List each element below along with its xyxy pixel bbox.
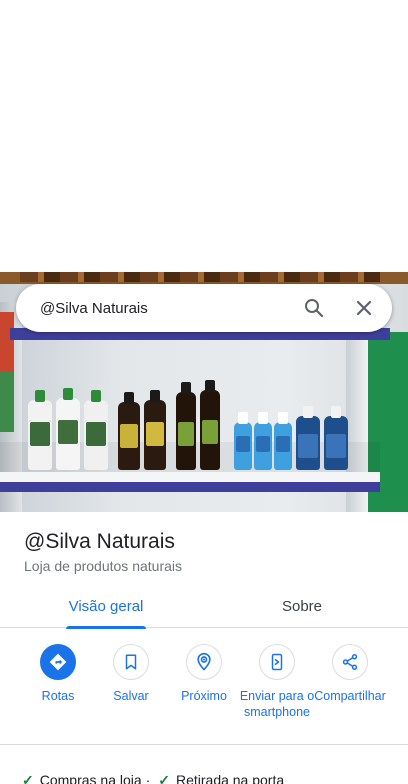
directions-label: Rotas xyxy=(41,689,75,703)
send-to-phone-icon xyxy=(259,644,295,680)
search-icon[interactable] xyxy=(302,296,326,320)
tab-bar: Visão geral Sobre xyxy=(0,584,408,629)
place-category[interactable]: Loja de produtos naturais xyxy=(24,558,182,574)
send-to-phone-label: Enviar para o smartphone xyxy=(239,689,315,719)
send-to-phone-button[interactable]: Enviar para o smartphone xyxy=(237,644,317,720)
tab-about[interactable]: Sobre xyxy=(262,584,342,628)
directions-button[interactable]: Rotas xyxy=(18,644,98,704)
service-options: ✓ Compras na loja · ✓ Retirada na porta xyxy=(22,772,284,784)
close-icon[interactable] xyxy=(352,296,376,320)
nearby-icon xyxy=(186,644,222,680)
action-bar: Rotas Salvar Próximo Enviar para o smart… xyxy=(0,644,408,740)
save-label: Salvar xyxy=(113,689,149,703)
check-icon: ✓ xyxy=(22,772,34,784)
tab-overview[interactable]: Visão geral xyxy=(60,584,152,629)
check-icon: ✓ xyxy=(158,772,170,784)
nearby-button[interactable]: Próximo xyxy=(164,644,244,704)
share-icon xyxy=(332,644,368,680)
share-button[interactable]: Compartilhar xyxy=(310,644,390,704)
bookmark-icon xyxy=(113,644,149,680)
search-bar[interactable]: @Silva Naturais xyxy=(16,284,392,332)
tab-about-label: Sobre xyxy=(281,597,323,615)
divider xyxy=(0,744,408,745)
search-input[interactable]: @Silva Naturais xyxy=(40,300,392,317)
feature-curbside: Retirada na porta xyxy=(175,772,285,784)
save-button[interactable]: Salvar xyxy=(91,644,171,704)
nearby-label: Próximo xyxy=(181,689,227,703)
separator: · xyxy=(145,772,151,784)
tab-overview-label: Visão geral xyxy=(68,597,144,615)
feature-in-store: Compras na loja xyxy=(39,772,142,784)
tab-selected-indicator xyxy=(66,626,146,629)
share-label: Compartilhar xyxy=(314,689,386,703)
place-title: @Silva Naturais xyxy=(24,530,175,553)
directions-icon xyxy=(40,644,76,680)
